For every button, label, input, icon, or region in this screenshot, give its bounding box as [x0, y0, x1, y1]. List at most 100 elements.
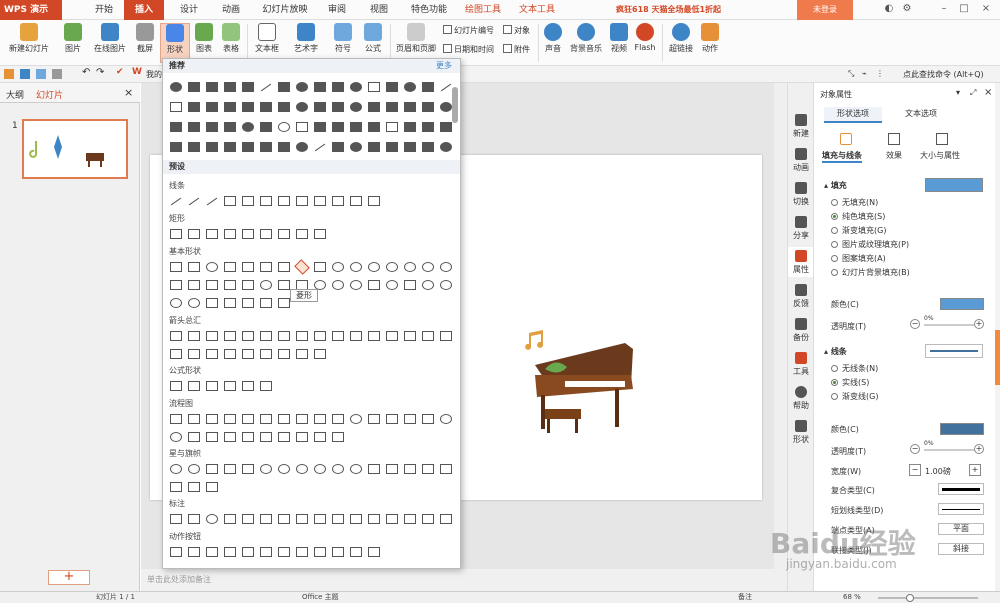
strip-shape[interactable]: 形状: [788, 417, 814, 447]
sub-effect[interactable]: 效果: [886, 150, 902, 161]
dropdown-scrollbar[interactable]: [452, 87, 458, 123]
minimize-icon[interactable]: –: [937, 2, 951, 16]
slide-number-button[interactable]: 幻灯片编号: [443, 24, 494, 37]
header-footer-button[interactable]: 页眉和页脚: [393, 23, 439, 63]
print-icon[interactable]: [36, 69, 46, 79]
recommended-row[interactable]: [170, 101, 452, 113]
tab-design[interactable]: 设计: [172, 0, 206, 20]
stars-row[interactable]: [170, 481, 218, 493]
line-preview[interactable]: [925, 344, 983, 358]
cap-select[interactable]: 平面: [938, 523, 984, 535]
size-icon[interactable]: [936, 133, 948, 145]
zoom-thumb[interactable]: [906, 594, 914, 602]
login-button[interactable]: 未登录: [797, 0, 853, 20]
tab-review[interactable]: 审阅: [320, 0, 354, 20]
trans-plus-icon[interactable]: +: [974, 319, 984, 329]
sub-size[interactable]: 大小与属性: [920, 150, 960, 161]
formula-button[interactable]: 公式: [360, 23, 386, 63]
open-icon[interactable]: [4, 69, 14, 79]
fill-section[interactable]: ▴ 填充: [824, 180, 847, 191]
panel-close-icon[interactable]: ×: [984, 87, 992, 98]
strip-properties[interactable]: 属性: [788, 247, 814, 277]
symbol-button[interactable]: 符号: [330, 23, 356, 63]
dash-select[interactable]: [938, 503, 984, 515]
panel-menu-icon[interactable]: ▾: [956, 88, 960, 97]
format-painter-icon[interactable]: ✔: [116, 67, 124, 77]
fill-option[interactable]: 图案填充(A): [831, 253, 886, 264]
panel-pin-icon[interactable]: ⤢: [970, 88, 976, 98]
textbox-button[interactable]: 文本框: [250, 23, 284, 63]
lock-icon[interactable]: ⤡: [848, 69, 854, 79]
notes-area[interactable]: 单击此处添加备注: [141, 569, 787, 591]
hyperlink-button[interactable]: 超链接: [666, 23, 696, 63]
my-documents[interactable]: 我的: [146, 69, 162, 80]
datetime-button[interactable]: 日期和时间: [443, 43, 494, 56]
screenshot-button[interactable]: 截屏: [132, 23, 158, 63]
maximize-icon[interactable]: □: [957, 2, 971, 16]
tab-features[interactable]: 特色功能: [404, 0, 454, 20]
comment-icon[interactable]: ⌁: [862, 69, 867, 78]
line-trans-minus-icon[interactable]: −: [910, 444, 920, 454]
tab-shape-options[interactable]: 形状选项: [824, 107, 882, 123]
skin-icon[interactable]: ◐: [882, 2, 896, 16]
slides-tab[interactable]: 幻灯片: [36, 88, 63, 101]
picture-button[interactable]: 图片: [58, 23, 88, 63]
undo-icon[interactable]: ↶: [82, 67, 90, 78]
basic-shapes-row[interactable]: [170, 297, 290, 309]
join-select[interactable]: 斜接: [938, 543, 984, 555]
slide-thumbnail[interactable]: [22, 119, 128, 179]
online-picture-button[interactable]: 在线图片: [90, 23, 130, 63]
vertical-scrollbar[interactable]: [774, 83, 787, 569]
recommended-row[interactable]: [170, 141, 452, 153]
redo-icon[interactable]: ↷: [96, 67, 104, 78]
attachment-button[interactable]: 附件: [503, 43, 530, 56]
flowchart-row[interactable]: [170, 413, 452, 425]
flash-button[interactable]: Flash: [632, 23, 658, 63]
fill-option[interactable]: 渐变填充(G): [831, 225, 886, 236]
line-color-picker[interactable]: [940, 423, 984, 435]
strip-tools[interactable]: 工具: [788, 349, 814, 379]
preview-icon[interactable]: [52, 69, 62, 79]
command-search[interactable]: 点此查找命令 (Alt+Q): [903, 69, 984, 80]
strip-transition[interactable]: 切换: [788, 179, 814, 209]
arrows-row[interactable]: [170, 330, 452, 342]
tab-animation[interactable]: 动画: [214, 0, 248, 20]
promo-banner[interactable]: 疯狂618 天猫全场最低1折起: [616, 0, 796, 20]
fill-transparency-slider[interactable]: [924, 324, 974, 326]
recommended-row[interactable]: [170, 121, 452, 133]
close-icon[interactable]: ×: [979, 2, 993, 16]
object-button[interactable]: 对象: [503, 24, 530, 37]
compound-select[interactable]: [938, 483, 984, 495]
chart-button[interactable]: 图表: [192, 23, 216, 63]
width-minus-button[interactable]: −: [909, 464, 921, 476]
line-option[interactable]: 实线(S): [831, 377, 869, 388]
bg-music-button[interactable]: 背景音乐: [567, 23, 605, 63]
paint-bucket-icon[interactable]: [840, 133, 852, 145]
line-option[interactable]: 无线条(N): [831, 363, 878, 374]
more-icon[interactable]: ⋮: [876, 69, 884, 78]
save-icon[interactable]: [20, 69, 30, 79]
width-plus-button[interactable]: +: [969, 464, 981, 476]
fill-option[interactable]: 无填充(N): [831, 197, 878, 208]
wordart-button[interactable]: 艺术字: [288, 23, 324, 63]
diamond-shape[interactable]: [294, 259, 310, 275]
fill-color-picker[interactable]: [940, 298, 984, 310]
line-section[interactable]: ▴ 线条: [824, 346, 847, 357]
notes-toggle[interactable]: 备注: [738, 592, 752, 603]
strip-help[interactable]: 帮助: [788, 383, 814, 413]
trans-minus-icon[interactable]: −: [910, 319, 920, 329]
audio-button[interactable]: 声音: [541, 23, 565, 63]
strip-animation[interactable]: 动画: [788, 145, 814, 175]
line-transparency-slider[interactable]: [924, 449, 974, 451]
action-buttons-row[interactable]: [170, 546, 380, 558]
stars-row[interactable]: [170, 463, 452, 475]
sub-fill-line[interactable]: 填充与线条: [822, 150, 862, 163]
recommended-row[interactable]: [170, 81, 452, 93]
formula-row[interactable]: [170, 380, 272, 392]
add-slide-button[interactable]: +: [48, 570, 90, 585]
line-trans-plus-icon[interactable]: +: [974, 444, 984, 454]
basic-shapes-row[interactable]: [170, 259, 452, 275]
arrows-row[interactable]: [170, 348, 326, 360]
tab-slideshow[interactable]: 幻灯片放映: [256, 0, 314, 20]
fill-option[interactable]: 图片或纹理填充(P): [831, 239, 909, 250]
